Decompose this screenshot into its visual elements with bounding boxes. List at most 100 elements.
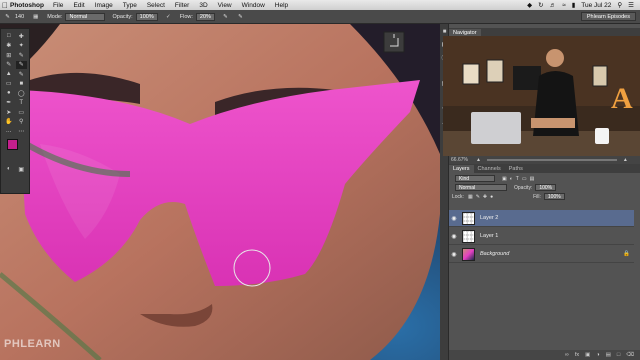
mask-icon[interactable]: ▣	[585, 352, 590, 358]
crop-tool-icon[interactable]: ⊞	[3, 51, 15, 60]
layer-row-layer-2[interactable]: ◉ Layer 2	[449, 210, 634, 227]
visibility-eye-icon[interactable]: ◉	[449, 215, 459, 222]
menu-filter[interactable]: Filter	[175, 2, 189, 9]
list-icon[interactable]: ☰	[628, 1, 634, 9]
menu-image[interactable]: Image	[95, 2, 113, 9]
adjustment-icon[interactable]: ◑	[596, 352, 599, 358]
layer-row-layer-1[interactable]: ◉ Layer 1	[449, 228, 634, 245]
options-bar: ✎ 140 ▦ Mode: Normal Opacity: 100% ✓ Flo…	[0, 10, 640, 24]
lock-pixels-icon[interactable]: ✎	[476, 194, 480, 200]
marquee-tool-icon[interactable]: □	[3, 32, 15, 41]
eraser-icon[interactable]: ▭	[3, 80, 15, 89]
blend-mode-select[interactable]: Normal	[455, 184, 507, 191]
tab-channels[interactable]: Channels	[474, 165, 505, 173]
layer-name[interactable]: Layer 2	[480, 215, 498, 221]
more-tools-icon[interactable]: …	[3, 127, 15, 136]
menu-3d[interactable]: 3D	[199, 2, 207, 9]
tab-layers[interactable]: Layers	[449, 165, 474, 173]
edit-toolbar-icon[interactable]: ⋯	[16, 127, 28, 136]
quick-mask-icon[interactable]: ◐	[3, 165, 15, 174]
filter-shape-icon[interactable]: ▭	[522, 176, 527, 182]
move-tool-icon[interactable]: ✚	[16, 32, 28, 41]
visibility-eye-icon[interactable]: ◉	[449, 233, 459, 240]
dodge-tool-icon[interactable]: ◯	[16, 89, 28, 98]
volume-icon[interactable]: ♬	[550, 2, 557, 9]
new-layer-icon[interactable]: □	[617, 352, 620, 358]
layer-opacity-input[interactable]: 100%	[535, 184, 557, 191]
blur-tool-icon[interactable]: ●	[3, 89, 15, 98]
menu-window[interactable]: Window	[242, 2, 265, 9]
flow-input[interactable]: 20%	[195, 12, 215, 21]
dropbox-icon[interactable]: ◆	[527, 1, 532, 9]
apple-icon[interactable]: 	[0, 1, 10, 10]
eyedropper-icon[interactable]: ✎	[16, 51, 28, 60]
filter-smart-icon[interactable]: ▤	[530, 176, 535, 182]
clone-stamp-icon[interactable]: ▲	[3, 70, 15, 79]
healing-brush-icon[interactable]: ✎	[3, 61, 15, 70]
brush-tool-icon[interactable]: ✎	[3, 12, 12, 21]
opacity-label: Opacity:	[112, 13, 133, 20]
brush-tool-icon[interactable]: ✎	[15, 60, 27, 69]
tab-paths[interactable]: Paths	[505, 165, 527, 173]
menu-type[interactable]: Type	[123, 2, 137, 9]
foreground-color[interactable]	[7, 138, 18, 150]
fill-label: Fill:	[533, 193, 541, 200]
wifi-icon[interactable]: ≈	[562, 2, 566, 9]
battery-icon[interactable]: ▮	[572, 1, 576, 9]
magic-wand-icon[interactable]: ✦	[16, 42, 28, 51]
navigator-zoom-bar: 66.67% ▲ ▲	[449, 156, 640, 164]
menu-view[interactable]: View	[218, 2, 232, 9]
zoom-in-icon[interactable]: ▲	[623, 157, 628, 163]
opacity-input[interactable]: 100%	[135, 12, 158, 21]
menu-file[interactable]: File	[53, 2, 63, 9]
history-brush-icon[interactable]: ✎	[16, 70, 28, 79]
mode-label: Mode:	[47, 13, 63, 20]
filter-pixel-icon[interactable]: ▣	[502, 176, 507, 182]
menubar-clock[interactable]: Tue Jul 22	[581, 2, 611, 9]
filter-type-icon[interactable]: T	[516, 176, 519, 182]
workspace-select[interactable]: Phlearn Episodes	[580, 12, 636, 21]
menu-edit[interactable]: Edit	[73, 2, 84, 9]
link-icon[interactable]: ∞	[565, 352, 569, 358]
brush-size-value[interactable]: 140	[15, 14, 24, 20]
fx-icon[interactable]: fx	[575, 352, 579, 358]
sync-icon[interactable]: ↻	[538, 1, 543, 9]
lock-transparency-icon[interactable]: ▦	[468, 194, 473, 200]
document-canvas[interactable]	[0, 24, 440, 360]
lock-position-icon[interactable]: ✚	[483, 194, 487, 200]
pressure-opacity-icon[interactable]: ✓	[164, 12, 173, 21]
menu-help[interactable]: Help	[275, 2, 288, 9]
layer-name[interactable]: Layer 1	[480, 233, 498, 239]
layer-name[interactable]: Background	[480, 251, 509, 257]
color-swatches[interactable]	[3, 137, 27, 165]
pen-tool-icon[interactable]: ✒	[3, 99, 15, 108]
layer-kind-filter[interactable]: Kind	[455, 175, 495, 182]
fill-input[interactable]: 100%	[543, 193, 565, 200]
search-icon[interactable]: ⚲	[617, 1, 622, 9]
lock-all-icon[interactable]: ●	[490, 194, 493, 200]
navigator-zoom-value[interactable]: 66.67%	[451, 157, 468, 163]
group-icon[interactable]: ▤	[606, 352, 611, 358]
pressure-size-icon[interactable]: ✎	[236, 12, 245, 21]
filter-adjust-icon[interactable]: ◐	[510, 176, 513, 182]
layer-row-background[interactable]: ◉ Background 🔒	[449, 246, 634, 263]
navigator-preview[interactable]: A	[443, 36, 640, 156]
gradient-tool-icon[interactable]: ■	[16, 80, 28, 89]
menu-app-name[interactable]: Photoshop	[10, 2, 44, 9]
hand-tool-icon[interactable]: ✋	[3, 118, 15, 127]
zoom-out-icon[interactable]: ▲	[476, 157, 481, 163]
trash-icon[interactable]: ⌫	[626, 352, 634, 358]
brush-panel-icon[interactable]: ▦	[31, 12, 40, 21]
layer-thumbnail	[462, 229, 475, 243]
zoom-slider[interactable]	[486, 159, 617, 161]
lasso-tool-icon[interactable]: ✱	[3, 42, 15, 51]
type-tool-icon[interactable]: T	[16, 99, 28, 108]
path-select-icon[interactable]: ➤	[3, 108, 15, 117]
airbrush-icon[interactable]: ✎	[221, 12, 230, 21]
zoom-tool-icon[interactable]: ⚲	[16, 118, 28, 127]
shape-tool-icon[interactable]: ▭	[16, 108, 28, 117]
mode-select[interactable]: Normal	[65, 12, 106, 21]
screen-mode-icon[interactable]: ▣	[16, 165, 28, 174]
menu-select[interactable]: Select	[147, 2, 165, 9]
visibility-eye-icon[interactable]: ◉	[449, 251, 459, 258]
